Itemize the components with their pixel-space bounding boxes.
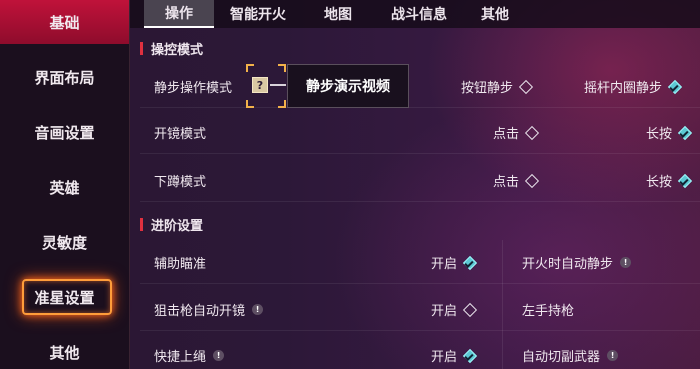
info-icon[interactable]: ! [213,350,225,361]
setting-row-sniper-auto-scope: 狙击枪自动开镜 ! 开启 左手持枪 [140,287,700,331]
tab-bar: 操作 智能开火 地图 战斗信息 其他 [130,0,700,28]
sidebar-item-layout[interactable]: 界面布局 [0,50,129,105]
option-label: 长按 [646,175,673,190]
section-title: 进阶设置 [151,218,204,234]
setting-label: 快捷上绳 [154,350,207,365]
setting-label: 开火时自动静步 [522,257,614,272]
info-icon[interactable]: ! [607,350,619,361]
diamond-radio-checked-icon [677,173,693,188]
sidebar-item-label: 基础 [49,13,80,32]
option-scope-hold[interactable]: 长按 [646,123,693,142]
setting-label: 自动切副武器 [522,350,601,365]
diamond-checkbox-checked-icon [462,255,478,270]
tab-combat-info[interactable]: 战斗信息 [374,0,464,28]
setting-label-group: 狙击枪自动开镜 ! [154,300,264,319]
option-button-stealth[interactable]: 按钮静步 [461,77,534,96]
diamond-checkbox-checked-icon [462,348,478,363]
option-label: 摇杆内圈静步 [584,81,663,96]
sidebar-item-label: 准星设置 [34,289,95,307]
sidebar-item-hero[interactable]: 英雄 [0,160,129,215]
setting-row-aim-assist: 辅助瞄准 开启 开火时自动静步 ! [140,240,700,284]
sidebar-item-other[interactable]: 其他 [0,325,129,369]
tab-operation[interactable]: 操作 [144,0,214,28]
tab-map[interactable]: 地图 [302,0,374,28]
setting-label: 狙击枪自动开镜 [154,304,246,319]
toggle-aim-assist[interactable]: 开启 [431,253,478,272]
toggle-quick-rope[interactable]: 开启 [431,346,478,365]
tooltip-connector [270,84,286,86]
setting-row-scope-mode: 开镜模式 点击 长按 [140,110,700,154]
setting-label: 下蹲模式 [154,175,207,190]
option-scope-tap[interactable]: 点击 [493,123,540,142]
setting-label: 辅助瞄准 [154,257,207,272]
sidebar: 基础 界面布局 音画设置 英雄 灵敏度 准星设置 其他 [0,0,130,369]
option-crouch-hold[interactable]: 长按 [646,171,693,190]
setting-left-hand-gun[interactable]: 左手持枪 [522,300,574,319]
sidebar-item-label: 音画设置 [34,124,95,142]
setting-label: 开镜模式 [154,127,207,142]
section-title: 操控模式 [151,42,204,58]
sidebar-item-label: 界面布局 [34,69,95,87]
diamond-radio-checked-icon [677,125,693,140]
info-icon[interactable]: ! [620,257,632,268]
help-icon[interactable]: ? [252,77,268,93]
option-label: 点击 [493,175,520,190]
sidebar-item-basic[interactable]: 基础 [0,0,129,44]
sidebar-item-label: 灵敏度 [41,234,87,252]
setting-auto-stealth-on-fire[interactable]: 开火时自动静步 ! [522,253,632,272]
sidebar-item-audio-video[interactable]: 音画设置 [0,105,129,160]
setting-label: 静步操作模式 [154,81,233,96]
toggle-label: 开启 [431,257,458,272]
info-icon[interactable]: ! [252,304,264,315]
section-header-control: 操控模式 [140,38,203,58]
diamond-radio-icon [524,173,540,188]
tab-other[interactable]: 其他 [464,0,526,28]
section-header-advanced: 进阶设置 [140,214,203,234]
setting-row-stealth-mode: 静步操作模式 按钮静步 摇杆内圈静步 [140,64,700,108]
section-accent-bar [140,217,143,231]
option-joystick-stealth[interactable]: 摇杆内圈静步 [584,77,683,96]
option-label: 按钮静步 [461,81,514,96]
diamond-radio-icon [518,79,534,94]
toggle-sniper-auto-scope[interactable]: 开启 [431,300,478,319]
setting-row-quick-rope: 快捷上绳 ! 开启 自动切副武器 ! [140,333,700,369]
setting-row-crouch-mode: 下蹲模式 点击 长按 [140,158,700,202]
tab-smart-fire[interactable]: 智能开火 [214,0,302,28]
option-label: 长按 [646,127,673,142]
sidebar-item-label: 英雄 [49,179,80,197]
diamond-checkbox-icon [462,302,478,317]
setting-auto-switch-secondary[interactable]: 自动切副武器 ! [522,346,619,365]
toggle-label: 开启 [431,304,458,319]
diamond-radio-checked-icon [667,79,683,94]
section-accent-bar [140,41,143,55]
sidebar-item-crosshair[interactable]: 准星设置 [0,270,129,325]
tooltip-stealth-video[interactable]: 静步演示视频 [287,64,409,108]
setting-label-group: 快捷上绳 ! [154,346,225,365]
diamond-radio-icon [524,125,540,140]
sidebar-item-sensitivity[interactable]: 灵敏度 [0,215,129,270]
setting-label: 左手持枪 [522,304,575,319]
option-label: 点击 [493,127,520,142]
toggle-label: 开启 [431,350,458,365]
sidebar-item-label: 其他 [49,344,80,362]
option-crouch-tap[interactable]: 点击 [493,171,540,190]
